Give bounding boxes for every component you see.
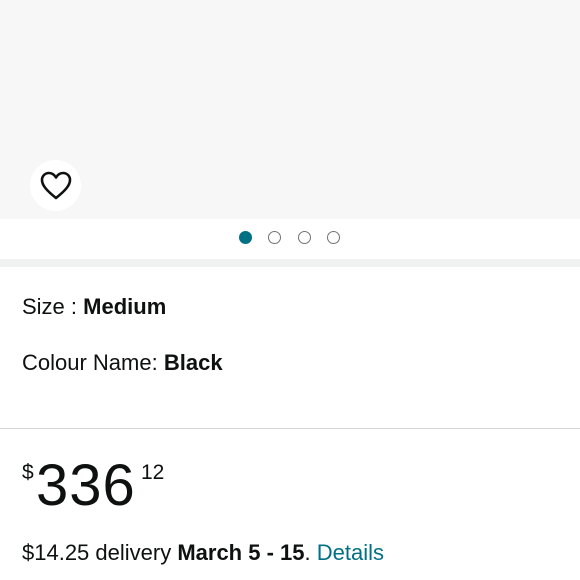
divider xyxy=(0,428,580,429)
image-pagination xyxy=(0,219,580,259)
image-dot-3[interactable] xyxy=(298,231,311,244)
size-label: Size : xyxy=(22,294,84,319)
product-image-gallery[interactable] xyxy=(0,0,580,219)
delivery-fee: $14.25 delivery xyxy=(22,540,178,565)
delivery-details-link[interactable]: Details xyxy=(317,540,384,565)
colour-value: Black xyxy=(163,350,223,375)
add-to-wishlist-button[interactable] xyxy=(30,160,81,211)
colour-label: Colour Name: xyxy=(22,350,164,375)
heart-outline-icon xyxy=(40,171,71,199)
price-whole: 336 xyxy=(36,453,136,518)
price-fraction: 12 xyxy=(141,461,165,484)
size-selection[interactable]: Size : Medium xyxy=(22,294,166,320)
delivery-info: $14.25 delivery March 5 - 15. Details xyxy=(22,539,384,567)
price-currency-symbol: $ xyxy=(22,461,34,484)
image-dot-2[interactable] xyxy=(268,231,281,244)
image-dot-4[interactable] xyxy=(327,231,340,244)
section-separator xyxy=(0,259,580,267)
colour-selection[interactable]: Colour Name: Black xyxy=(22,350,223,376)
image-dot-1[interactable] xyxy=(239,231,252,244)
product-page: Size : Medium Colour Name: Black $ 336 1… xyxy=(0,0,580,580)
size-value: Medium xyxy=(83,294,167,319)
delivery-separator: . xyxy=(304,540,317,565)
delivery-dates: March 5 - 15 xyxy=(177,540,305,565)
